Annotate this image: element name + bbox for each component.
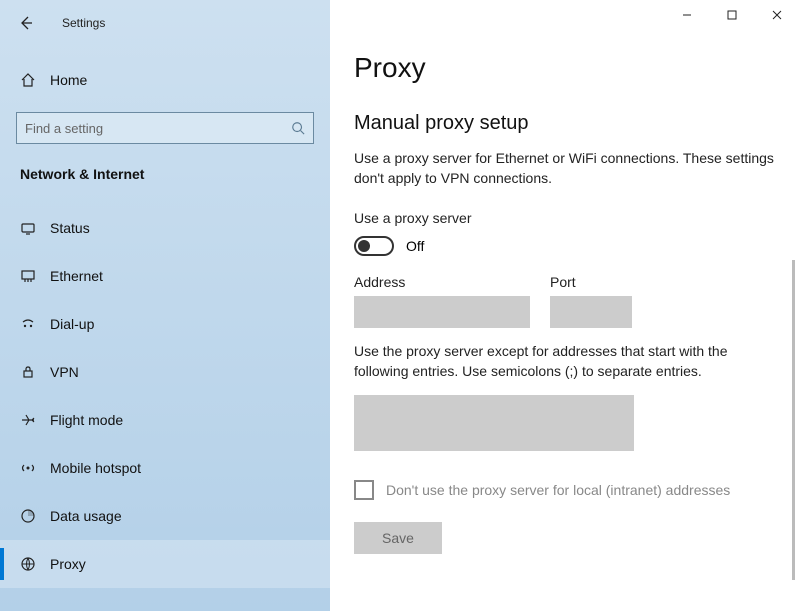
nav-item-ethernet[interactable]: Ethernet [0, 252, 330, 300]
dialup-icon [18, 316, 38, 332]
titlebar: Settings [0, 8, 330, 38]
ethernet-icon [18, 268, 38, 284]
port-label: Port [550, 274, 632, 290]
status-icon [18, 220, 38, 236]
nav-label: Ethernet [50, 268, 103, 284]
airplane-icon [18, 412, 38, 428]
address-input[interactable] [354, 296, 530, 328]
nav-item-mobile-hotspot[interactable]: Mobile hotspot [0, 444, 330, 492]
intranet-check-row: Don't use the proxy server for local (in… [354, 480, 775, 500]
nav-label: Dial-up [50, 316, 94, 332]
use-proxy-toggle-row: Off [354, 236, 775, 256]
exceptions-description: Use the proxy server except for addresse… [354, 342, 774, 381]
back-arrow-icon [18, 15, 34, 31]
nav-list: Status Ethernet Dial-up VPN Flight mode … [0, 204, 330, 588]
save-button[interactable]: Save [354, 522, 442, 554]
globe-icon [18, 556, 38, 572]
toggle-state-label: Off [406, 238, 424, 254]
search-box[interactable] [16, 112, 314, 144]
exceptions-input[interactable] [354, 395, 634, 451]
use-proxy-toggle[interactable] [354, 236, 394, 256]
nav-label: Mobile hotspot [50, 460, 141, 476]
nav-label: VPN [50, 364, 79, 380]
nav-label: Flight mode [50, 412, 123, 428]
page-title: Proxy [354, 52, 775, 84]
intranet-check-label: Don't use the proxy server for local (in… [386, 482, 730, 498]
nav-home-label: Home [50, 72, 87, 88]
nav-label: Data usage [50, 508, 122, 524]
use-proxy-label: Use a proxy server [354, 210, 775, 226]
nav-item-proxy[interactable]: Proxy [0, 540, 330, 588]
nav-item-status[interactable]: Status [0, 204, 330, 252]
vpn-icon [18, 364, 38, 380]
sidebar: Settings Home Network & Internet Status … [0, 0, 330, 611]
window-controls [664, 0, 799, 30]
address-label: Address [354, 274, 530, 290]
nav-home[interactable]: Home [0, 66, 330, 94]
address-column: Address [354, 274, 530, 328]
nav-label: Status [50, 220, 90, 236]
content-pane: Proxy Manual proxy setup Use a proxy ser… [330, 0, 799, 611]
nav-item-flight-mode[interactable]: Flight mode [0, 396, 330, 444]
category-heading: Network & Internet [0, 144, 330, 190]
home-icon [18, 72, 38, 88]
maximize-button[interactable] [709, 0, 754, 30]
section-description: Use a proxy server for Ethernet or WiFi … [354, 149, 774, 188]
search-input[interactable] [25, 121, 291, 136]
port-input[interactable] [550, 296, 632, 328]
close-icon [772, 10, 782, 20]
app-title: Settings [62, 16, 105, 30]
back-button[interactable] [14, 11, 38, 35]
hotspot-icon [18, 460, 38, 476]
nav-item-dialup[interactable]: Dial-up [0, 300, 330, 348]
nav-item-vpn[interactable]: VPN [0, 348, 330, 396]
nav-label: Proxy [50, 556, 86, 572]
address-port-row: Address Port [354, 274, 775, 328]
data-usage-icon [18, 508, 38, 524]
minimize-icon [682, 10, 692, 20]
intranet-checkbox[interactable] [354, 480, 374, 500]
section-title: Manual proxy setup [354, 112, 775, 135]
search-icon [291, 121, 305, 135]
nav-item-data-usage[interactable]: Data usage [0, 492, 330, 540]
toggle-knob [358, 240, 370, 252]
close-button[interactable] [754, 0, 799, 30]
maximize-icon [727, 10, 737, 20]
scrollbar[interactable] [792, 260, 795, 580]
port-column: Port [550, 274, 632, 328]
minimize-button[interactable] [664, 0, 709, 30]
